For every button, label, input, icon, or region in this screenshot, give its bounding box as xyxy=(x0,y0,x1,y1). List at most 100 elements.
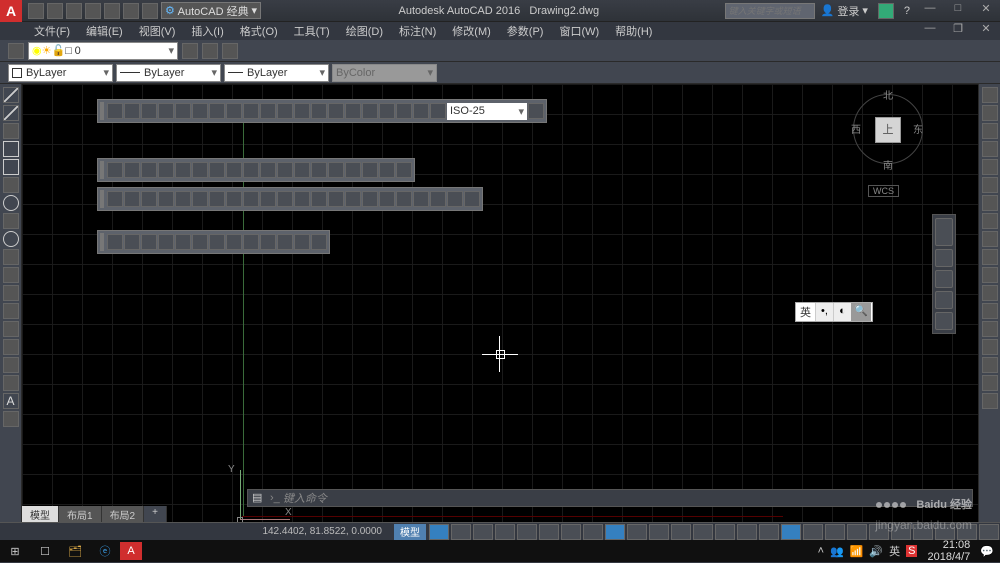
mtext-icon[interactable]: A xyxy=(3,393,19,409)
autocad-task-icon[interactable]: A xyxy=(120,542,142,560)
wedge-icon[interactable] xyxy=(141,191,157,207)
osnap-per-icon[interactable] xyxy=(294,162,310,178)
ucs-apply-icon[interactable] xyxy=(311,234,327,250)
dim-tolerance-icon[interactable] xyxy=(328,103,344,119)
viewcube-north[interactable]: 北 xyxy=(883,87,893,102)
pan-icon[interactable] xyxy=(935,249,953,267)
toolbar-grip[interactable] xyxy=(100,161,104,179)
polysolid-icon[interactable] xyxy=(107,191,123,207)
snap-toggle[interactable] xyxy=(451,524,471,540)
flatshot-icon[interactable] xyxy=(464,191,480,207)
transparency-toggle[interactable] xyxy=(649,524,669,540)
plot-icon[interactable] xyxy=(104,3,120,19)
osnap-ins-icon[interactable] xyxy=(328,162,344,178)
zoom-extents-icon[interactable] xyxy=(935,270,953,288)
menu-format[interactable]: 格式(O) xyxy=(232,22,286,40)
offset-icon[interactable] xyxy=(982,141,998,157)
revolve-icon[interactable] xyxy=(328,191,344,207)
viewcube[interactable]: 上 北 南 东 西 WCS xyxy=(853,89,923,179)
loft-icon[interactable] xyxy=(345,191,361,207)
explode-icon[interactable] xyxy=(982,393,998,409)
isodraft-toggle[interactable] xyxy=(561,524,581,540)
quickprops-toggle[interactable] xyxy=(869,524,889,540)
command-line[interactable]: ▤ ›_ 键入命令 xyxy=(247,489,973,507)
doc-minimize-button[interactable]: — xyxy=(916,22,944,40)
infer-toggle[interactable] xyxy=(473,524,493,540)
box-icon[interactable] xyxy=(124,191,140,207)
point-icon[interactable] xyxy=(3,303,19,319)
ortho-toggle[interactable] xyxy=(517,524,537,540)
cleanscreen-toggle[interactable] xyxy=(957,524,977,540)
tray-wifi-icon[interactable]: 📶 xyxy=(850,545,864,558)
osnap-mid-icon[interactable] xyxy=(158,162,174,178)
close-button[interactable]: ✕ xyxy=(972,2,1000,20)
join-icon[interactable] xyxy=(982,321,998,337)
osnap-geocen-icon[interactable] xyxy=(243,162,259,178)
viewcube-west[interactable]: 西 xyxy=(851,121,861,136)
move-icon[interactable] xyxy=(982,177,998,193)
lwt-toggle[interactable] xyxy=(627,524,647,540)
workspace-dropdown[interactable]: ⚙ AutoCAD 经典▾ xyxy=(161,2,261,19)
ucs-world-icon[interactable] xyxy=(124,234,140,250)
table-icon[interactable] xyxy=(3,375,19,391)
linetype-control[interactable]: ByLayer▾ xyxy=(116,64,221,82)
osnap-settings-icon[interactable] xyxy=(396,162,412,178)
dim-inspect-icon[interactable] xyxy=(362,103,378,119)
orbit-icon[interactable] xyxy=(935,291,953,309)
layer-states-icon[interactable] xyxy=(182,43,198,59)
doc-restore-button[interactable]: ❐ xyxy=(944,22,972,40)
cycle-toggle[interactable] xyxy=(671,524,691,540)
menu-insert[interactable]: 插入(I) xyxy=(183,22,231,40)
lock-ui-toggle[interactable] xyxy=(891,524,911,540)
mirror-icon[interactable] xyxy=(982,123,998,139)
dynamic-input-toggle[interactable] xyxy=(495,524,515,540)
ime-search-icon[interactable]: 🔍 xyxy=(851,303,871,321)
dim-aligned-icon[interactable] xyxy=(124,103,140,119)
circle-icon[interactable] xyxy=(3,195,19,211)
tab-add[interactable]: + xyxy=(144,506,167,522)
ime-shape-icon[interactable]: ◐ xyxy=(833,303,851,321)
menu-dimension[interactable]: 标注(N) xyxy=(391,22,444,40)
dim-arc-icon[interactable] xyxy=(141,103,157,119)
presspull-icon[interactable] xyxy=(294,191,310,207)
tray-sogou-icon[interactable]: S xyxy=(906,545,917,557)
dim-linear-icon[interactable] xyxy=(107,103,123,119)
osnap-ext-icon[interactable] xyxy=(209,162,225,178)
hatch-icon[interactable] xyxy=(3,321,19,337)
break-icon[interactable] xyxy=(982,303,998,319)
dim-ordinate-icon[interactable] xyxy=(158,103,174,119)
dim-update-icon[interactable] xyxy=(430,103,446,119)
menu-help[interactable]: 帮助(H) xyxy=(607,22,660,40)
cmd-history-icon[interactable]: ▤ xyxy=(252,491,266,505)
ucs-3point-icon[interactable] xyxy=(243,234,259,250)
osnap-par-icon[interactable] xyxy=(311,162,327,178)
addselected-icon[interactable] xyxy=(3,411,19,427)
drawing-canvas[interactable]: Y X ISO-25▾ xyxy=(22,84,978,522)
sweep-icon[interactable] xyxy=(311,191,327,207)
taskview-icon[interactable]: ☐ xyxy=(30,540,60,562)
tray-notifications-icon[interactable]: 💬 xyxy=(980,545,994,558)
minimize-button[interactable]: — xyxy=(916,2,944,20)
tray-volume-icon[interactable]: 🔊 xyxy=(869,545,883,558)
spline-icon[interactable] xyxy=(3,213,19,229)
osnap-qua-icon[interactable] xyxy=(260,162,276,178)
osnap-appint-icon[interactable] xyxy=(192,162,208,178)
scale-icon[interactable] xyxy=(982,213,998,229)
3dosnap-toggle[interactable] xyxy=(693,524,713,540)
open-icon[interactable] xyxy=(47,3,63,19)
extrude-icon[interactable] xyxy=(277,191,293,207)
redo-icon[interactable] xyxy=(142,3,158,19)
help-search-input[interactable] xyxy=(725,3,815,19)
tab-layout1[interactable]: 布局1 xyxy=(59,506,102,522)
hardware-accel-toggle[interactable] xyxy=(913,524,933,540)
dim-jogline-icon[interactable] xyxy=(379,103,395,119)
signin-area[interactable]: 👤 登录▾ xyxy=(815,3,874,19)
ucs-z-icon[interactable] xyxy=(294,234,310,250)
layer-dropdown[interactable]: ◉☀🔓 □ 0 ▾ xyxy=(28,42,178,60)
viewcube-wcs[interactable]: WCS xyxy=(868,185,899,197)
ucs-object-icon[interactable] xyxy=(175,234,191,250)
save-icon[interactable] xyxy=(66,3,82,19)
array-icon[interactable] xyxy=(982,159,998,175)
isolate-toggle[interactable] xyxy=(935,524,955,540)
pyramid-icon[interactable] xyxy=(226,191,242,207)
